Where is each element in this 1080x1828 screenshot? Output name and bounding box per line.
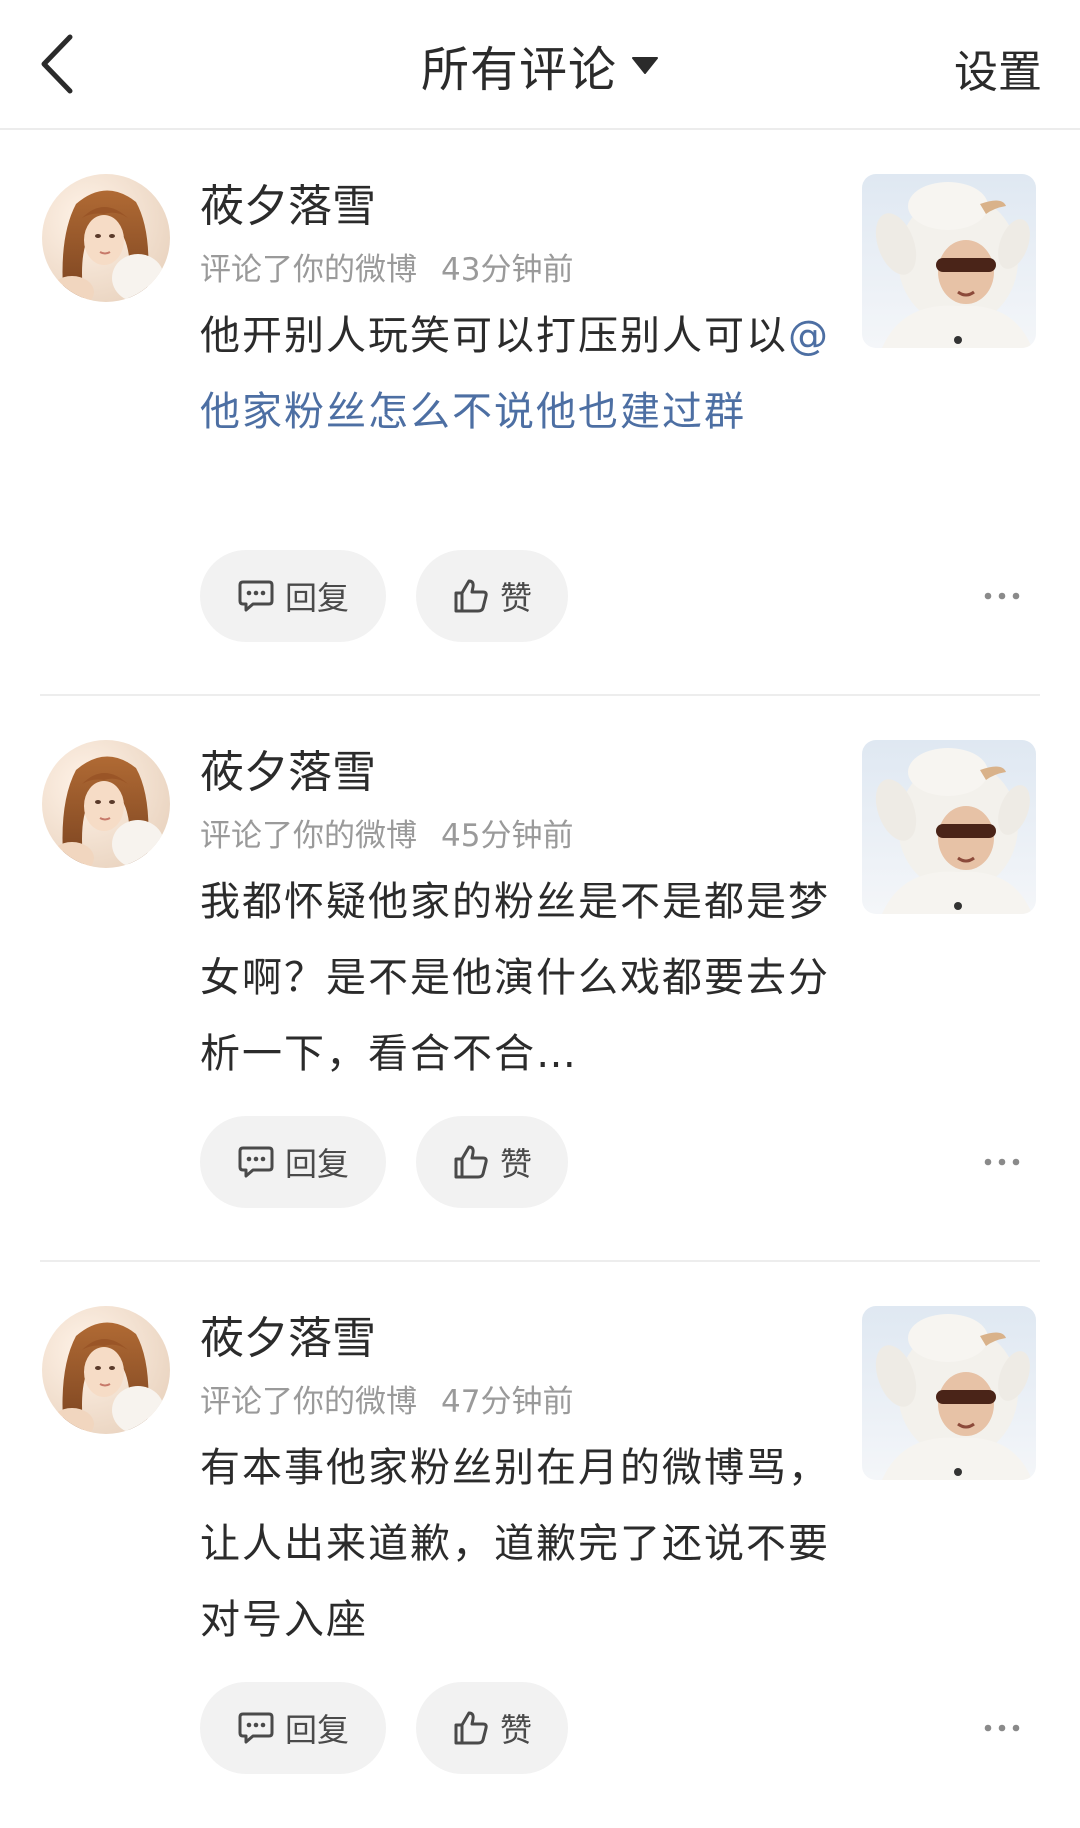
- reply-label: 回复: [284, 1145, 349, 1183]
- caret-down-icon: [632, 57, 658, 74]
- comment-action: 评论了你的微博: [200, 818, 417, 854]
- weibo-thumbnail[interactable]: [862, 740, 1036, 914]
- like-button[interactable]: 赞: [416, 1682, 568, 1774]
- more-dots-icon: [984, 592, 1020, 600]
- comment-meta: 评论了你的微博 43分钟前: [200, 244, 573, 289]
- comment-text-plain: 他开别人玩笑可以打压别人可以: [200, 313, 788, 359]
- weibo-thumbnail[interactable]: [862, 1306, 1036, 1480]
- weibo-thumbnail[interactable]: [862, 174, 1036, 348]
- comment-text-plain: 有本事他家粉丝别在月的微博骂，让人出来道歉，道歉完了还说不要对号入座: [200, 1445, 830, 1643]
- more-button[interactable]: [976, 570, 1028, 622]
- more-dots-icon: [984, 1158, 1020, 1166]
- reply-label: 回复: [284, 579, 349, 617]
- reply-button[interactable]: 回复: [200, 1116, 386, 1208]
- username[interactable]: 莜夕落雪: [200, 736, 376, 800]
- like-label: 赞: [499, 1145, 532, 1183]
- comment-filter-dropdown[interactable]: 所有评论: [0, 30, 1080, 100]
- comment-item: 莜夕落雪 评论了你的微博 43分钟前 他开别人玩笑可以打压别人可以@他家粉丝怎么不…: [0, 130, 1080, 696]
- comment-time: 47分钟前: [441, 1384, 574, 1420]
- comment-text: 我都怀疑他家的粉丝是不是都是梦女啊？是不是他演什么戏都要去分析一下，看合不合…: [200, 864, 840, 1092]
- comment-meta: 评论了你的微博 47分钟前: [200, 1376, 573, 1421]
- comment-time: 43分钟前: [441, 252, 574, 288]
- comment-time: 45分钟前: [441, 818, 574, 854]
- comment-bubble-icon: [238, 580, 274, 612]
- more-button[interactable]: [976, 1702, 1028, 1754]
- comment-action: 评论了你的微博: [200, 1384, 417, 1420]
- more-dots-icon: [984, 1724, 1020, 1732]
- comment-bubble-icon: [238, 1146, 274, 1178]
- thumbs-up-icon: [454, 579, 488, 613]
- thumbs-up-icon: [454, 1145, 488, 1179]
- comment-bubble-icon: [238, 1712, 274, 1744]
- username[interactable]: 莜夕落雪: [200, 1302, 376, 1366]
- like-label: 赞: [499, 579, 532, 617]
- comment-action: 评论了你的微博: [200, 252, 417, 288]
- settings-button[interactable]: 设置: [954, 36, 1042, 100]
- like-label: 赞: [499, 1711, 532, 1749]
- comment-item: 莜夕落雪 评论了你的微博 45分钟前 我都怀疑他家的粉丝是不是都是梦女啊？是不是他…: [0, 696, 1080, 1262]
- thumbs-up-icon: [454, 1711, 488, 1745]
- like-button[interactable]: 赞: [416, 550, 568, 642]
- reply-label: 回复: [284, 1711, 349, 1749]
- username[interactable]: 莜夕落雪: [200, 170, 376, 234]
- more-button[interactable]: [976, 1136, 1028, 1188]
- comment-meta: 评论了你的微博 45分钟前: [200, 810, 573, 855]
- avatar[interactable]: [42, 1306, 170, 1434]
- comment-item: 莜夕落雪 评论了你的微博 47分钟前 有本事他家粉丝别在月的微博骂，让人出来道歉，…: [0, 1262, 1080, 1828]
- comment-text-plain: 我都怀疑他家的粉丝是不是都是梦女啊？是不是他演什么戏都要去分析一下，看合不合…: [200, 879, 830, 1077]
- reply-button[interactable]: 回复: [200, 1682, 386, 1774]
- avatar[interactable]: [42, 740, 170, 868]
- comment-text: 有本事他家粉丝别在月的微博骂，让人出来道歉，道歉完了还说不要对号入座: [200, 1430, 840, 1658]
- like-button[interactable]: 赞: [416, 1116, 568, 1208]
- reply-button[interactable]: 回复: [200, 550, 386, 642]
- top-bar: 所有评论 设置: [0, 0, 1080, 130]
- avatar[interactable]: [42, 174, 170, 302]
- comment-text: 他开别人玩笑可以打压别人可以@他家粉丝怎么不说他也建过群: [200, 298, 840, 450]
- page-title: 所有评论: [420, 42, 617, 98]
